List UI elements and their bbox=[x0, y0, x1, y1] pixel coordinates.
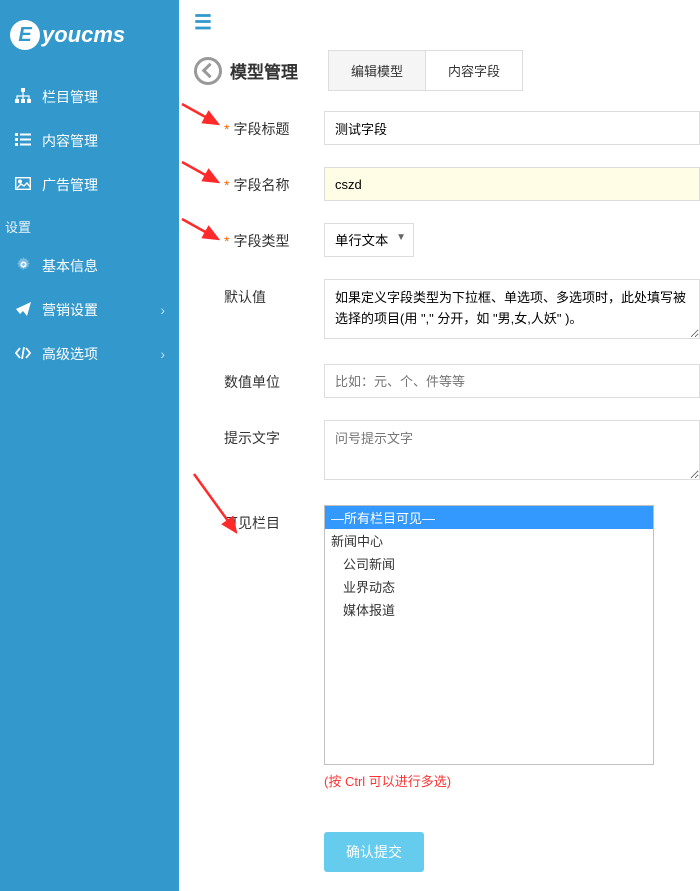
listbox-option-all[interactable]: —所有栏目可见— bbox=[325, 506, 653, 529]
label-unit: 数值单位 bbox=[194, 364, 324, 392]
list-icon bbox=[14, 133, 32, 149]
sidebar-item-label: 营销设置 bbox=[42, 300, 98, 320]
label-field-title: *字段标题 bbox=[194, 111, 324, 139]
sidebar-item-marketing[interactable]: 营销设置 › bbox=[0, 288, 179, 332]
submit-button[interactable]: 确认提交 bbox=[324, 832, 424, 872]
hint-ctrl-multi: (按 Ctrl 可以进行多选) bbox=[324, 771, 700, 790]
header: 模型管理 编辑模型 内容字段 bbox=[194, 50, 700, 91]
row-field-name: *字段名称 bbox=[194, 167, 700, 201]
listbox-visible-columns[interactable]: —所有栏目可见— 新闻中心 公司新闻 业界动态 媒体报道 bbox=[324, 505, 654, 765]
input-unit[interactable] bbox=[324, 364, 700, 398]
send-icon bbox=[14, 302, 32, 319]
hamburger-icon[interactable]: ☰ bbox=[194, 10, 700, 35]
sidebar: Eyoucms 栏目管理 内容管理 广告管理 设置 基本信息 营销设置 › bbox=[0, 0, 179, 891]
textarea-tip[interactable] bbox=[324, 420, 700, 480]
sidebar-item-label: 栏目管理 bbox=[42, 87, 98, 107]
image-icon bbox=[14, 177, 32, 193]
sidebar-item-label: 广告管理 bbox=[42, 175, 98, 195]
tab-content-field[interactable]: 内容字段 bbox=[425, 50, 523, 91]
input-field-name[interactable] bbox=[324, 167, 700, 201]
sidebar-item-label: 高级选项 bbox=[42, 344, 98, 364]
sidebar-item-content[interactable]: 内容管理 bbox=[0, 119, 179, 163]
tabs: 编辑模型 内容字段 bbox=[328, 50, 523, 91]
input-field-title[interactable] bbox=[324, 111, 700, 145]
sidebar-item-label: 内容管理 bbox=[42, 131, 98, 151]
main-content: ☰ 模型管理 编辑模型 内容字段 *字段标题 *字段名称 *字段类型 单行文本 … bbox=[179, 0, 700, 872]
chevron-right-icon: › bbox=[160, 302, 165, 318]
sitemap-icon bbox=[14, 88, 32, 106]
sidebar-item-ads[interactable]: 广告管理 bbox=[0, 163, 179, 207]
back-button[interactable] bbox=[194, 57, 222, 85]
gear-icon bbox=[14, 257, 32, 275]
listbox-option[interactable]: 业界动态 bbox=[325, 575, 653, 598]
logo-icon: E bbox=[10, 20, 40, 50]
row-unit: 数值单位 bbox=[194, 364, 700, 398]
label-field-type: *字段类型 bbox=[194, 223, 324, 251]
tab-edit-model[interactable]: 编辑模型 bbox=[328, 50, 426, 91]
row-default-value: 默认值 如果定义字段类型为下拉框、单选项、多选项时，此处填写被选择的项目(用 "… bbox=[194, 279, 700, 342]
page-title: 模型管理 bbox=[230, 58, 298, 83]
listbox-option[interactable]: 新闻中心 bbox=[325, 529, 653, 552]
row-field-title: *字段标题 bbox=[194, 111, 700, 145]
sidebar-item-basic[interactable]: 基本信息 bbox=[0, 244, 179, 288]
textarea-default-value[interactable]: 如果定义字段类型为下拉框、单选项、多选项时，此处填写被选择的项目(用 "," 分… bbox=[324, 279, 700, 339]
listbox-option[interactable]: 媒体报道 bbox=[325, 598, 653, 621]
chevron-right-icon: › bbox=[160, 346, 165, 362]
sidebar-item-advanced[interactable]: 高级选项 › bbox=[0, 332, 179, 376]
sidebar-item-columns[interactable]: 栏目管理 bbox=[0, 75, 179, 119]
row-visible-columns: 可见栏目 —所有栏目可见— 新闻中心 公司新闻 业界动态 媒体报道 (按 Ctr… bbox=[194, 505, 700, 790]
select-field-type[interactable]: 单行文本 bbox=[324, 223, 414, 257]
listbox-option[interactable]: 公司新闻 bbox=[325, 552, 653, 575]
sidebar-section-settings: 设置 bbox=[0, 207, 179, 244]
label-tip: 提示文字 bbox=[194, 420, 324, 448]
label-visible-columns: 可见栏目 bbox=[194, 505, 324, 533]
row-tip: 提示文字 bbox=[194, 420, 700, 483]
row-field-type: *字段类型 单行文本 bbox=[194, 223, 700, 257]
label-default-value: 默认值 bbox=[194, 279, 324, 307]
label-field-name: *字段名称 bbox=[194, 167, 324, 195]
sidebar-item-label: 基本信息 bbox=[42, 256, 98, 276]
logo-text: youcms bbox=[42, 22, 125, 48]
logo: Eyoucms bbox=[0, 0, 179, 75]
code-icon bbox=[14, 346, 32, 362]
